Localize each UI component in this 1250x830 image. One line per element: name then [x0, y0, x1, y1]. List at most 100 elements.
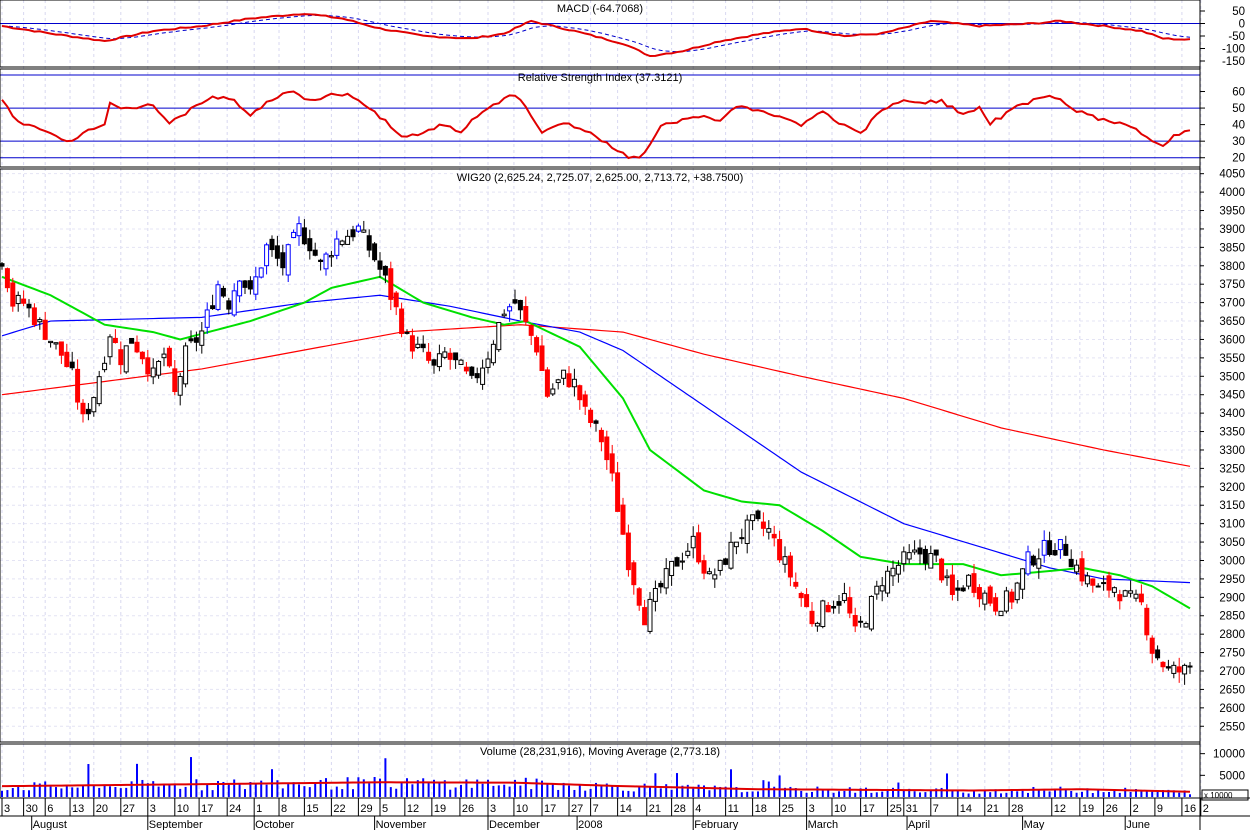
macd-title: MACD (-64.7068)	[557, 3, 643, 15]
candle-body	[512, 299, 518, 304]
candle-body	[598, 429, 604, 443]
candle-body	[561, 369, 567, 379]
candle-body	[463, 366, 469, 372]
candle-body	[1101, 582, 1107, 585]
candle-body	[399, 308, 405, 334]
day-tick-label: 12	[1054, 803, 1066, 815]
macd-signal-line	[1, 14, 1191, 53]
candle-body	[112, 337, 118, 344]
day-tick-label: 10	[834, 803, 846, 815]
candle-body	[1138, 593, 1144, 603]
macd-tick-label: -50	[1228, 31, 1245, 43]
candle-body	[199, 330, 205, 346]
day-tick-label: 30	[26, 803, 38, 815]
candle-body	[188, 338, 194, 342]
candle-body	[625, 532, 631, 571]
candle-body	[1149, 637, 1155, 654]
day-tick-label: 28	[674, 803, 686, 815]
day-tick-label: 21	[649, 803, 661, 815]
candle-body	[679, 560, 685, 563]
candle-body	[350, 229, 356, 238]
candle-body	[787, 555, 793, 578]
candle-body	[139, 351, 145, 360]
candle-body	[1171, 664, 1177, 674]
day-tick-label: 14	[960, 803, 972, 815]
macd-tick-label: 50	[1232, 6, 1245, 18]
day-tick-label: 22	[333, 803, 345, 815]
candle-body	[836, 601, 842, 606]
day-tick-label: 28	[1011, 803, 1023, 815]
price-tick-label: 2950	[1219, 574, 1245, 586]
candle-body	[895, 564, 901, 575]
candle-body	[642, 607, 648, 626]
price-tick-label: 3550	[1219, 353, 1245, 365]
candle-body	[129, 337, 135, 344]
candle-body	[166, 347, 172, 367]
month-label: October	[255, 819, 294, 830]
candle-body	[852, 614, 858, 627]
candle-body	[145, 357, 151, 375]
candle-body	[1025, 551, 1031, 575]
day-tick-label: 18	[755, 803, 767, 815]
candle-body	[728, 541, 734, 569]
day-tick-label: 4	[695, 803, 701, 815]
month-label: September	[149, 819, 203, 830]
panel-frame	[0, 168, 1201, 743]
candle-body	[21, 298, 27, 304]
day-tick-label: 26	[462, 803, 474, 815]
day-tick-label: 10	[177, 803, 189, 815]
candle-body	[1106, 575, 1112, 591]
candle-body	[571, 378, 577, 388]
month-label: March	[808, 819, 839, 830]
day-tick-label: 25	[782, 803, 794, 815]
candle-body	[809, 610, 815, 625]
candle-body	[701, 560, 707, 574]
candle-body	[620, 504, 626, 535]
day-tick-label: 13	[72, 803, 84, 815]
candle-body	[58, 341, 64, 356]
candle-body	[1084, 575, 1090, 585]
candle-body	[64, 351, 70, 368]
candle-body	[1176, 666, 1182, 673]
price-title: WIG20 (2,625.24, 2,725.07, 2,625.00, 2,7…	[457, 172, 744, 184]
candle-body	[274, 245, 280, 259]
candle-body	[1079, 558, 1085, 582]
candle-body	[831, 605, 837, 609]
candle-body	[150, 367, 156, 378]
candle-body	[301, 227, 307, 245]
candle-body	[987, 586, 993, 604]
day-tick-label: 1	[256, 803, 262, 815]
candle-body	[123, 345, 129, 373]
price-tick-label: 2850	[1219, 611, 1245, 623]
candle-body	[534, 337, 540, 353]
price-tick-label: 3950	[1219, 206, 1245, 218]
day-tick-label: 14	[620, 803, 632, 815]
candle-body	[993, 597, 999, 612]
price-tick-label: 3100	[1219, 519, 1245, 531]
candle-body	[323, 253, 329, 270]
candle-body	[53, 342, 59, 345]
day-tick-label: 21	[987, 803, 999, 815]
candle-body	[501, 313, 507, 317]
candle-body	[507, 306, 513, 312]
candle-body	[474, 373, 480, 379]
candle-body	[609, 453, 615, 474]
candle-body	[706, 571, 712, 575]
candle-body	[588, 409, 594, 423]
candle-body	[717, 559, 723, 571]
candle-body	[636, 588, 642, 606]
day-tick-label: 24	[229, 803, 241, 815]
candle-body	[955, 587, 961, 591]
volume-tick-label: 5000	[1219, 770, 1245, 782]
day-tick-label: 10	[516, 803, 528, 815]
candle-body	[771, 533, 777, 539]
candle-body	[193, 337, 199, 343]
candle-body	[91, 397, 97, 413]
candle-body	[733, 541, 739, 548]
candle-body	[750, 514, 756, 522]
price-tick-label: 3250	[1219, 463, 1245, 475]
candle-body	[48, 340, 54, 344]
candle-body	[226, 300, 232, 310]
candle-body	[901, 551, 907, 565]
candle-body	[280, 252, 286, 269]
